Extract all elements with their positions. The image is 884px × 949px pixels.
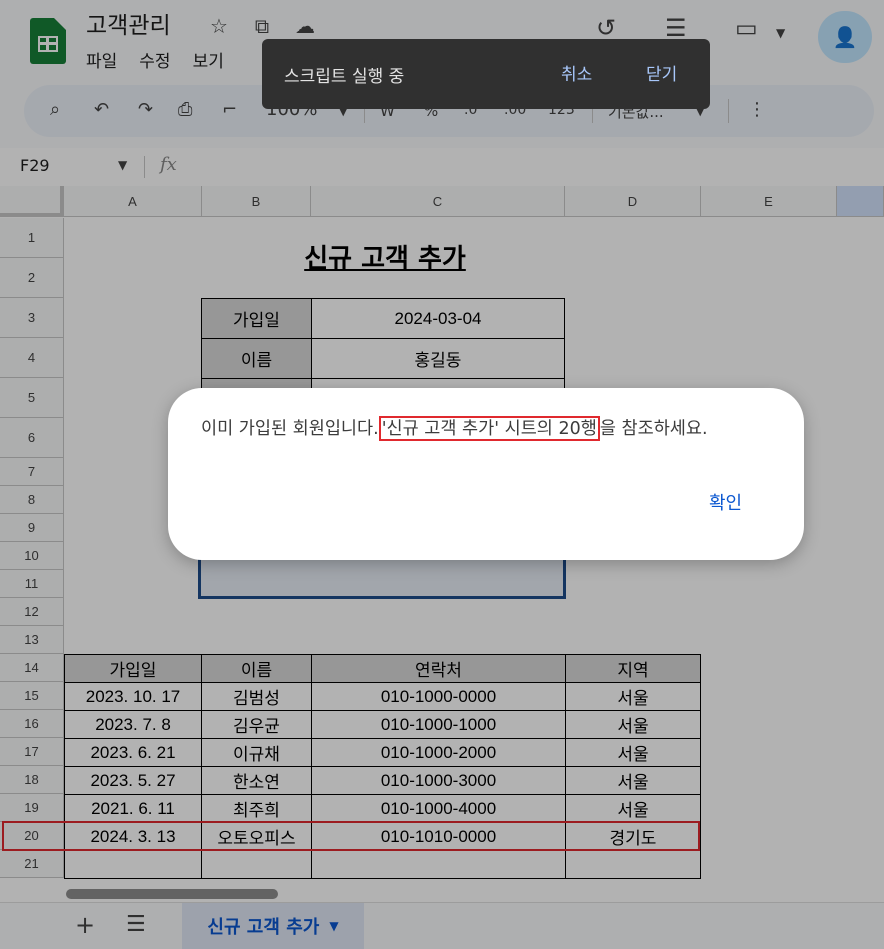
dialog-message-end: 을 참조하세요. (599, 419, 708, 439)
script-running-snackbar: 스크립트 실행 중 취소 닫기 (262, 39, 710, 109)
dialog-message-start: 이미 가입된 회원입니다. (201, 419, 379, 439)
dialog-ok-button[interactable]: 확인 (709, 489, 742, 515)
snackbar-message: 스크립트 실행 중 (284, 67, 405, 87)
snackbar-cancel-button[interactable]: 취소 (561, 60, 592, 85)
dialog-message: 이미 가입된 회원입니다. '신규 고객 추가' 시트의 20행 을 참조하세요. (201, 415, 708, 441)
snackbar-close-button[interactable]: 닫기 (646, 60, 677, 85)
dialog-message-highlight: '신규 고객 추가' 시트의 20행 (378, 416, 600, 441)
alert-dialog: 이미 가입된 회원입니다. '신규 고객 추가' 시트의 20행 을 참조하세요. … (168, 388, 804, 560)
